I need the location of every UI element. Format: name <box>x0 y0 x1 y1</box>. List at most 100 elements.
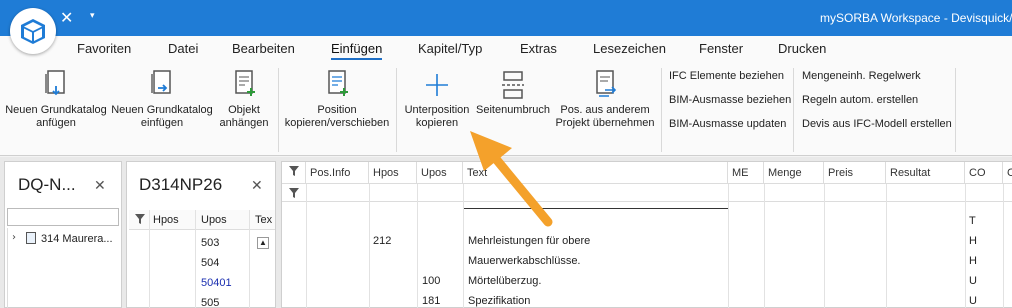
column-header-text[interactable]: Tex <box>255 214 272 226</box>
button-label-line1: Neuen Grundkatalog <box>5 104 107 116</box>
grid-line <box>249 210 250 308</box>
grid-line <box>965 184 966 308</box>
table-cell-hpos[interactable]: 212 <box>373 235 391 247</box>
object-attach-button[interactable]: Objekt anhängen <box>214 68 274 130</box>
column-header-text[interactable]: Text <box>463 162 728 184</box>
object-attach-icon <box>214 68 274 100</box>
column-header-me[interactable]: ME <box>728 162 764 184</box>
subposition-copy-button[interactable]: Unterposition kopieren <box>400 68 474 130</box>
scroll-up-icon[interactable]: ▲ <box>257 237 269 249</box>
filter-row[interactable] <box>282 184 1012 202</box>
ribbon-separator <box>955 68 956 152</box>
table-cell-co[interactable]: U <box>969 275 977 287</box>
filter-icon[interactable] <box>135 214 145 227</box>
devis-from-ifc-button[interactable]: Devis aus IFC-Modell erstellen <box>802 118 952 130</box>
position-grid: Pos.Info Hpos Upos Text ME Menge Preis R… <box>281 161 1012 308</box>
page-break-icon <box>475 68 551 100</box>
close-icon[interactable]: ✕ <box>251 178 263 194</box>
tab-drucken[interactable]: Drucken <box>778 41 826 56</box>
table-cell-upos[interactable]: 181 <box>422 295 440 307</box>
page-break-button[interactable]: Seitenumbruch <box>475 68 551 117</box>
new-catalog-insert-button[interactable]: Neuen Grundkatalog einfügen <box>110 68 214 130</box>
button-label-line2: Projekt übernehmen <box>555 117 655 129</box>
table-cell-co[interactable]: T <box>969 215 976 227</box>
column-header-row: Hpos Upos Tex <box>129 210 275 230</box>
button-label-line2: kopieren <box>415 117 459 129</box>
quick-access-dropdown-icon[interactable]: ▾ <box>90 11 95 21</box>
tab-favoriten[interactable]: Favoriten <box>77 41 131 56</box>
table-cell-co[interactable]: H <box>969 255 977 267</box>
create-rules-button[interactable]: Regeln autom. erstellen <box>802 94 918 106</box>
app-logo-icon[interactable] <box>10 8 56 54</box>
chevron-right-icon[interactable]: › <box>12 232 16 243</box>
button-label-line1: Neuen Grundkatalog <box>111 104 213 116</box>
bim-measures-get-button[interactable]: BIM-Ausmasse beziehen <box>669 94 791 106</box>
column-header-hpos[interactable]: Hpos <box>153 214 179 226</box>
ribbon-separator <box>793 68 794 152</box>
grid-line <box>764 184 765 308</box>
tab-kapitel-typ[interactable]: Kapitel/Typ <box>418 41 482 56</box>
catalog-tree: › 314 Maurera... <box>7 228 119 308</box>
tree-item-label[interactable]: 314 Maurera... <box>41 233 113 245</box>
grid-line <box>1003 184 1004 308</box>
title-bar: ✕ ▾ mySORBA Workspace - Devisquick/2026 <box>0 0 1012 36</box>
table-cell-text[interactable]: Mehrleistungen für obere <box>468 235 590 247</box>
button-label-line1: Seitenumbruch <box>476 104 550 116</box>
column-header-posinfo[interactable]: Pos.Info <box>306 162 369 184</box>
plus-icon <box>400 68 474 100</box>
tab-lesezeichen[interactable]: Lesezeichen <box>593 41 666 56</box>
text-separator-line <box>464 208 728 209</box>
list-item[interactable]: 50401 <box>201 277 232 289</box>
button-label-line1: Pos. aus anderem <box>560 104 650 116</box>
button-label-line2: kopieren/verschieben <box>284 117 390 129</box>
window-title: mySORBA Workspace - Devisquick/2026 <box>820 11 1012 25</box>
ribbon-separator <box>278 68 279 152</box>
import-position-icon <box>553 68 657 100</box>
tab-einfuegen[interactable]: Einfügen <box>331 41 383 60</box>
list-item[interactable]: 504 <box>201 257 219 269</box>
close-icon[interactable]: ✕ <box>60 8 73 27</box>
ifc-elements-button[interactable]: IFC Elemente beziehen <box>669 70 784 82</box>
tab-extras[interactable]: Extras <box>520 41 557 56</box>
filter-input[interactable] <box>7 208 119 226</box>
grid-header: Pos.Info Hpos Upos Text ME Menge Preis R… <box>282 162 1012 184</box>
grid-line <box>824 184 825 308</box>
table-cell-co[interactable]: H <box>969 235 977 247</box>
grid-line <box>195 210 196 308</box>
list-item[interactable]: 503 <box>201 237 219 249</box>
new-catalog-append-button[interactable]: Neuen Grundkatalog anfügen <box>4 68 108 130</box>
column-header-co[interactable]: CO <box>965 162 1003 184</box>
filter-icon[interactable] <box>282 162 306 184</box>
table-cell-upos[interactable]: 100 <box>422 275 440 287</box>
filter-icon[interactable] <box>289 188 299 201</box>
table-cell-text[interactable]: Mörtelüberzug. <box>468 275 541 287</box>
table-cell-co[interactable]: U <box>969 295 977 307</box>
column-header-c[interactable]: C <box>1003 162 1012 184</box>
button-label-line1: Unterposition <box>404 104 470 116</box>
column-header-resultat[interactable]: Resultat <box>886 162 965 184</box>
work-area: DQ-N... ✕ › 314 Maurera... D314NP26 ✕ Hp… <box>0 157 1012 308</box>
table-cell-text[interactable]: Mauerwerkabschlüsse. <box>468 255 581 267</box>
position-copy-move-button[interactable]: Position kopieren/verschieben <box>282 68 392 130</box>
menu-bar: Favoriten Datei Bearbeiten Einfügen Kapi… <box>0 36 1012 64</box>
tab-datei[interactable]: Datei <box>168 41 198 56</box>
list-item[interactable]: 505 <box>201 297 219 308</box>
table-cell-text[interactable]: Spezifikation <box>468 295 530 307</box>
position-panel: D314NP26 ✕ Hpos Upos Tex 503 504 50401 5… <box>126 161 276 308</box>
column-header-hpos[interactable]: Hpos <box>369 162 417 184</box>
column-header-upos[interactable]: Upos <box>417 162 463 184</box>
position-copy-icon <box>282 68 392 100</box>
button-label-line1: Position <box>317 104 357 116</box>
bim-measures-update-button[interactable]: BIM-Ausmasse updaten <box>669 118 786 130</box>
column-header-preis[interactable]: Preis <box>824 162 886 184</box>
import-position-button[interactable]: Pos. aus anderem Projekt übernehmen <box>553 68 657 130</box>
unit-rules-button[interactable]: Mengeneinh. Regelwerk <box>802 70 921 82</box>
column-header-upos[interactable]: Upos <box>201 214 227 226</box>
tab-fenster[interactable]: Fenster <box>699 41 743 56</box>
tab-bearbeiten[interactable]: Bearbeiten <box>232 41 295 56</box>
panel-title: D314NP26 <box>139 175 223 194</box>
close-icon[interactable]: ✕ <box>94 178 106 194</box>
button-label-line1: Objekt <box>228 104 260 116</box>
catalog-insert-icon <box>110 68 214 100</box>
column-header-menge[interactable]: Menge <box>764 162 824 184</box>
